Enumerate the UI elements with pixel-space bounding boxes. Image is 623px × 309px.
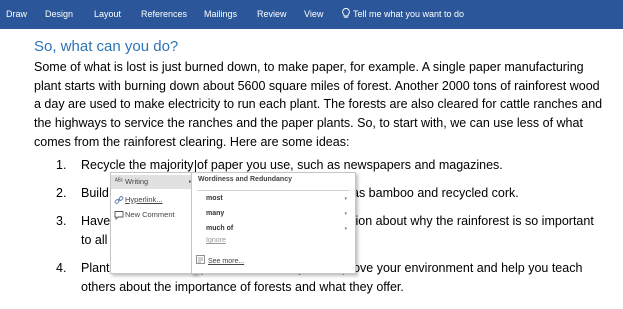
menu-item-label: New Comment (125, 210, 175, 219)
see-more-label: See more... (208, 258, 245, 265)
suggestion-dropdown-icon[interactable]: ▾ (344, 192, 347, 206)
suggestion-label: most (206, 195, 223, 202)
menu-item-label: Hyperlink... (125, 195, 163, 204)
suggestion-many[interactable]: many ▾ (206, 207, 355, 221)
body-paragraph: Some of what is lost is just burned down… (34, 58, 614, 151)
tab-review[interactable]: Review (257, 9, 287, 19)
tab-design[interactable]: Design (45, 9, 73, 19)
list-item-text: Build (81, 186, 109, 200)
list-item-text-part: of paper you use, such as newspapers and… (193, 158, 503, 172)
list-number: 1. (56, 158, 67, 172)
context-menu: ᴬᴮᶜ Writing ▸ Hyperlink... New Comment (110, 172, 197, 274)
tab-layout[interactable]: Layout (94, 9, 121, 19)
section-heading: So, what can you do? (34, 38, 179, 55)
list-item-text-part: others about the importance of forests a… (81, 279, 404, 294)
list-number: 3. (56, 214, 67, 228)
list-item-text-part: as bamboo and recycled cork. (352, 186, 519, 200)
ignore-button[interactable]: Ignore (206, 237, 226, 244)
menu-item-label: Writing (125, 177, 149, 186)
paragraph-line: a day are used to make electricity to ru… (34, 97, 603, 112)
menu-item-hyperlink[interactable]: Hyperlink... (111, 193, 196, 207)
list-number: 4. (56, 261, 67, 275)
comment-icon (114, 210, 124, 221)
suggestion-label: much of (206, 225, 234, 232)
tell-me-text: Tell me what you want to do (353, 9, 465, 19)
submenu-divider (197, 190, 350, 191)
tell-me-search[interactable]: Tell me what you want to do (342, 8, 464, 19)
paragraph-line: comes from the rainforest clearing. Here… (34, 134, 350, 149)
menu-item-new-comment[interactable]: New Comment (111, 208, 196, 222)
list-number: 2. (56, 186, 67, 200)
tab-view[interactable]: View (304, 9, 323, 19)
tab-draw[interactable]: Draw (6, 9, 27, 19)
suggestion-dropdown-icon[interactable]: ▾ (344, 222, 347, 236)
hyperlink-icon (114, 195, 124, 205)
tab-mailings[interactable]: Mailings (204, 9, 237, 19)
suggestion-label: many (206, 210, 225, 217)
paragraph-line: plant starts with burning down about 560… (34, 78, 600, 93)
suggestion-most[interactable]: most ▾ (206, 192, 355, 206)
see-more-button[interactable]: See more... (196, 255, 244, 265)
list-item-text-part: tion about why the rainforest is so impo… (352, 214, 594, 228)
tab-references[interactable]: References (141, 9, 187, 19)
submenu-heading: Wordiness and Redundancy (198, 176, 292, 183)
menu-item-writing[interactable]: ᴬᴮᶜ Writing ▸ (111, 175, 196, 189)
list-item-text-part: Recycle the majority (81, 158, 194, 172)
info-icon (196, 255, 205, 264)
writing-submenu: Wordiness and Redundancy most ▾ many ▾ m… (191, 172, 356, 274)
ribbon-tab-bar: Draw Design Layout References Mailings R… (0, 0, 623, 29)
paragraph-line: the highways to service the ranches and … (34, 116, 583, 131)
lightbulb-icon (342, 8, 350, 18)
suggestion-much-of[interactable]: much of ▾ (206, 222, 355, 236)
spelling-icon: ᴬᴮᶜ (114, 178, 124, 185)
suggestion-dropdown-icon[interactable]: ▾ (344, 207, 347, 221)
paragraph-line: Some of what is lost is just burned down… (34, 60, 584, 74)
